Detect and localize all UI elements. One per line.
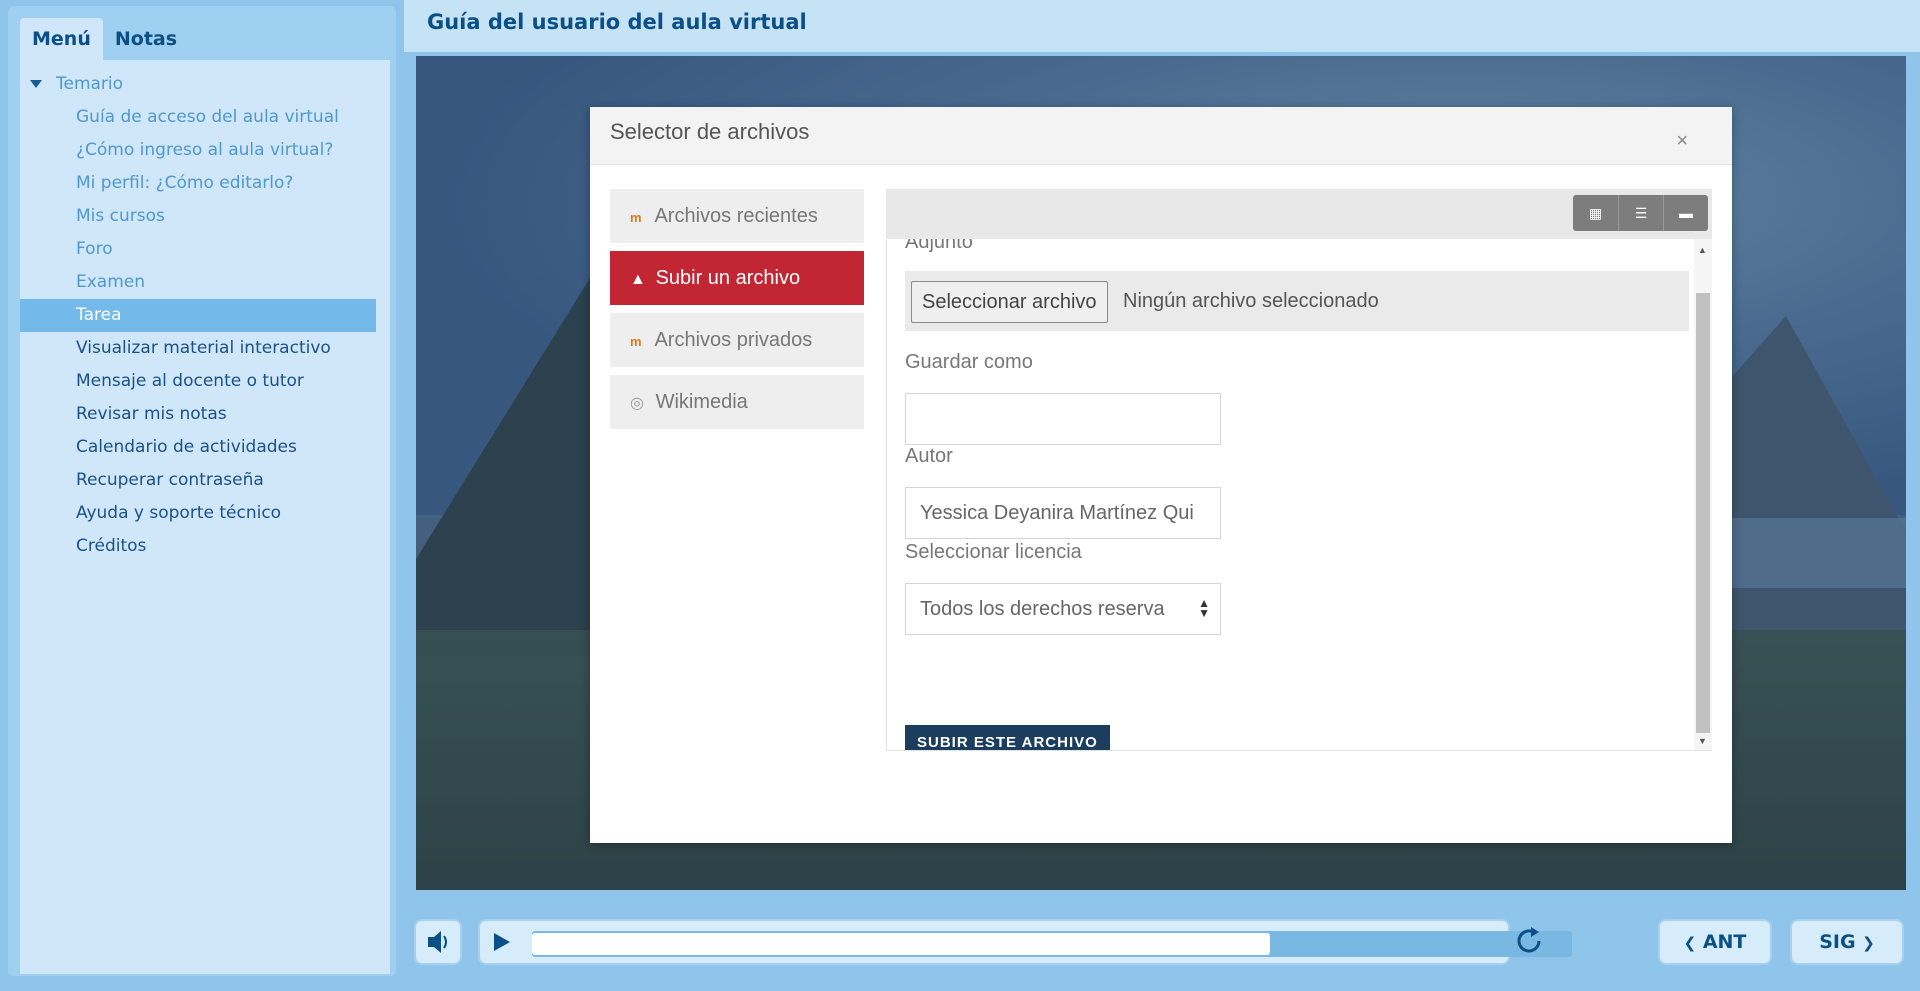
tab-menu[interactable]: Menú	[20, 18, 103, 60]
replay-icon[interactable]	[1512, 924, 1546, 958]
toc-item[interactable]: Recuperar contraseña	[20, 464, 390, 497]
toc-item[interactable]: Visualizar material interactivo	[20, 332, 390, 365]
sidebar-tabs: Menú Notas	[20, 18, 189, 60]
wikimedia-icon: ◎	[630, 395, 644, 412]
author-input[interactable]: Yessica Deyanira Martínez Qui	[905, 487, 1221, 539]
save-as-label: Guardar como	[905, 351, 1033, 373]
save-as-input[interactable]	[905, 393, 1221, 445]
toc-item[interactable]: Guía de acceso del aula virtual	[20, 101, 390, 134]
repo-wikimedia[interactable]: ◎ Wikimedia	[610, 375, 864, 429]
toc-item[interactable]: Mi perfil: ¿Cómo editarlo?	[20, 167, 390, 200]
toc-item[interactable]: Mensaje al docente o tutor	[20, 365, 390, 398]
previous-button[interactable]: ❮ ANT	[1658, 919, 1772, 965]
scroll-up-icon[interactable]: ▲	[1698, 245, 1707, 255]
repo-label: Archivos recientes	[654, 205, 818, 227]
player-controls: ❮ ANT SIG ❯	[404, 900, 1920, 991]
toc-item[interactable]: Revisar mis notas	[20, 398, 390, 431]
license-select[interactable]: Todos los derechos reserva ▲ ▼	[905, 583, 1221, 635]
list-view-icon[interactable]: ☰	[1618, 195, 1663, 231]
view-switcher: ▦ ☰ ▬	[1573, 195, 1708, 231]
speaker-icon	[428, 931, 447, 953]
file-picker-toolbar: ▦ ☰ ▬	[886, 189, 1712, 239]
chevron-right-icon: ❯	[1862, 934, 1875, 952]
choose-file-button[interactable]: Seleccionar archivo	[911, 281, 1108, 323]
chevron-left-icon: ❮	[1683, 934, 1697, 952]
course-title: Guía del usuario del aula virtual	[427, 10, 807, 34]
repo-recent-files[interactable]: m Archivos recientes	[610, 189, 864, 243]
repo-private-files[interactable]: m Archivos privados	[610, 313, 864, 367]
next-label: SIG	[1819, 931, 1856, 953]
upload-submit-button[interactable]: SUBIR ESTE ARCHIVO	[905, 725, 1110, 750]
toc-item[interactable]: Mis cursos	[20, 200, 390, 233]
dialog-header: Selector de archivos ×	[590, 107, 1732, 165]
license-label: Seleccionar licencia	[905, 541, 1082, 563]
dialog-title: Selector de archivos	[610, 119, 810, 144]
tab-notes[interactable]: Notas	[103, 18, 189, 60]
sidebar: Menú Notas Temario Guía de acceso del au…	[8, 6, 396, 976]
select-caret-icon: ▲ ▼	[1198, 596, 1210, 620]
previous-label: ANT	[1702, 931, 1747, 953]
folder-view-icon[interactable]: ▬	[1663, 195, 1708, 231]
menu-panel: Temario Guía de acceso del aula virtual …	[20, 60, 390, 974]
play-icon[interactable]	[494, 933, 510, 951]
scroll-down-icon[interactable]: ▼	[1698, 736, 1707, 746]
moodle-icon: m	[630, 210, 642, 225]
toc-item[interactable]: Calendario de actividades	[20, 431, 390, 464]
repo-upload-file[interactable]: ▲ Subir un archivo	[610, 251, 864, 305]
moodle-icon: m	[630, 334, 642, 349]
close-icon[interactable]: ×	[1676, 131, 1688, 151]
license-value: Todos los derechos reserva	[920, 598, 1165, 620]
repo-label: Wikimedia	[655, 391, 748, 413]
no-file-text: Ningún archivo seleccionado	[1123, 290, 1379, 312]
chapter-label: Temario	[56, 74, 124, 94]
seekbar-container	[478, 919, 1572, 965]
expand-triangle-icon	[30, 80, 42, 88]
scrollbar-thumb[interactable]	[1696, 293, 1710, 733]
attachment-label: Adjunto	[905, 239, 973, 253]
repo-label: Subir un archivo	[655, 267, 801, 289]
volume-button[interactable]	[414, 919, 462, 965]
file-input-row: Seleccionar archivo Ningún archivo selec…	[905, 271, 1689, 331]
toc-item[interactable]: ¿Cómo ingreso al aula virtual?	[20, 134, 390, 167]
grid-view-icon[interactable]: ▦	[1573, 195, 1618, 231]
seekbar-progress	[532, 933, 1270, 955]
scrollbar[interactable]: ▲ ▼	[1694, 239, 1712, 750]
toc-chapter[interactable]: Temario	[20, 68, 390, 101]
toc-item[interactable]: Examen	[20, 266, 390, 299]
repo-label: Archivos privados	[654, 329, 813, 351]
toc-item[interactable]: Créditos	[20, 530, 390, 563]
upload-icon: ▲	[630, 271, 646, 288]
upload-form: Adjunto Seleccionar archivo Ningún archi…	[886, 239, 1712, 751]
seekbar[interactable]	[532, 931, 1572, 957]
file-picker-dialog: Selector de archivos × m Archivos recien…	[590, 107, 1732, 843]
toc-item[interactable]: Ayuda y soporte técnico	[20, 497, 390, 530]
next-button[interactable]: SIG ❯	[1790, 919, 1904, 965]
author-label: Autor	[905, 445, 953, 467]
toc-item[interactable]: Foro	[20, 233, 390, 266]
table-of-contents: Temario Guía de acceso del aula virtual …	[20, 60, 390, 563]
toc-item-current[interactable]: Tarea	[20, 299, 376, 332]
